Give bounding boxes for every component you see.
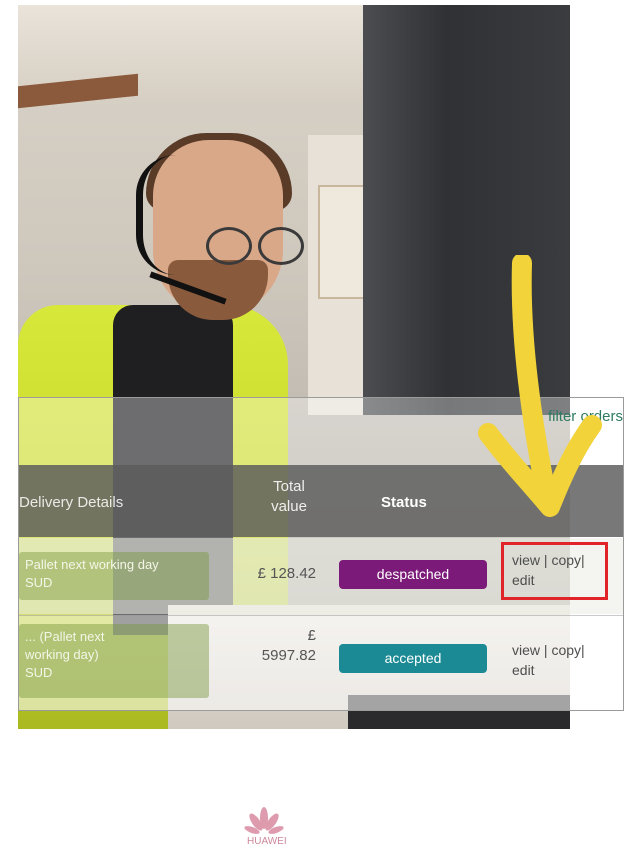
delivery-details-cell: Pallet next working day SUD bbox=[19, 552, 209, 600]
delivery-line: ... (Pallet next bbox=[25, 629, 105, 644]
delivery-line: SUD bbox=[25, 665, 53, 680]
delivery-details-cell: ... (Pallet next working day) SUD bbox=[19, 624, 209, 698]
action-separator: | bbox=[581, 642, 585, 658]
table-row: Pallet next working day SUD £ 128.42 des… bbox=[19, 538, 623, 614]
header-status: Status bbox=[381, 494, 427, 511]
header-total-line2: value bbox=[271, 498, 307, 515]
header-delivery-details: Delivery Details bbox=[19, 494, 124, 511]
header-total-value: Total value bbox=[259, 477, 319, 517]
delivery-line: SUD bbox=[25, 575, 53, 590]
table-row: ... (Pallet next working day) SUD £ 5997… bbox=[19, 615, 623, 710]
delivery-line: Pallet next working day bbox=[25, 557, 159, 572]
delivery-line: working day) bbox=[25, 647, 99, 662]
glasses-right-lens bbox=[258, 227, 304, 265]
glasses-left-lens bbox=[206, 227, 252, 265]
copy-link[interactable]: copy bbox=[551, 642, 581, 658]
highlight-annotation-box bbox=[501, 542, 608, 600]
header-total-line1: Total bbox=[273, 478, 305, 495]
total-value-cell: £ 5997.82 bbox=[234, 626, 316, 666]
status-badge: accepted bbox=[339, 644, 487, 673]
row-actions: view | copy| edit bbox=[512, 640, 585, 680]
status-badge: despatched bbox=[339, 560, 487, 589]
edit-link[interactable]: edit bbox=[512, 662, 535, 678]
action-separator: | bbox=[540, 642, 552, 658]
total-amount: 5997.82 bbox=[261, 647, 316, 664]
arrow-down-icon bbox=[478, 255, 602, 517]
huawei-logo-text: HUAWEI bbox=[247, 836, 287, 847]
headset-icon bbox=[136, 155, 177, 275]
total-currency: £ bbox=[307, 627, 316, 644]
total-value-cell: £ 128.42 bbox=[257, 565, 316, 582]
view-link[interactable]: view bbox=[512, 642, 540, 658]
